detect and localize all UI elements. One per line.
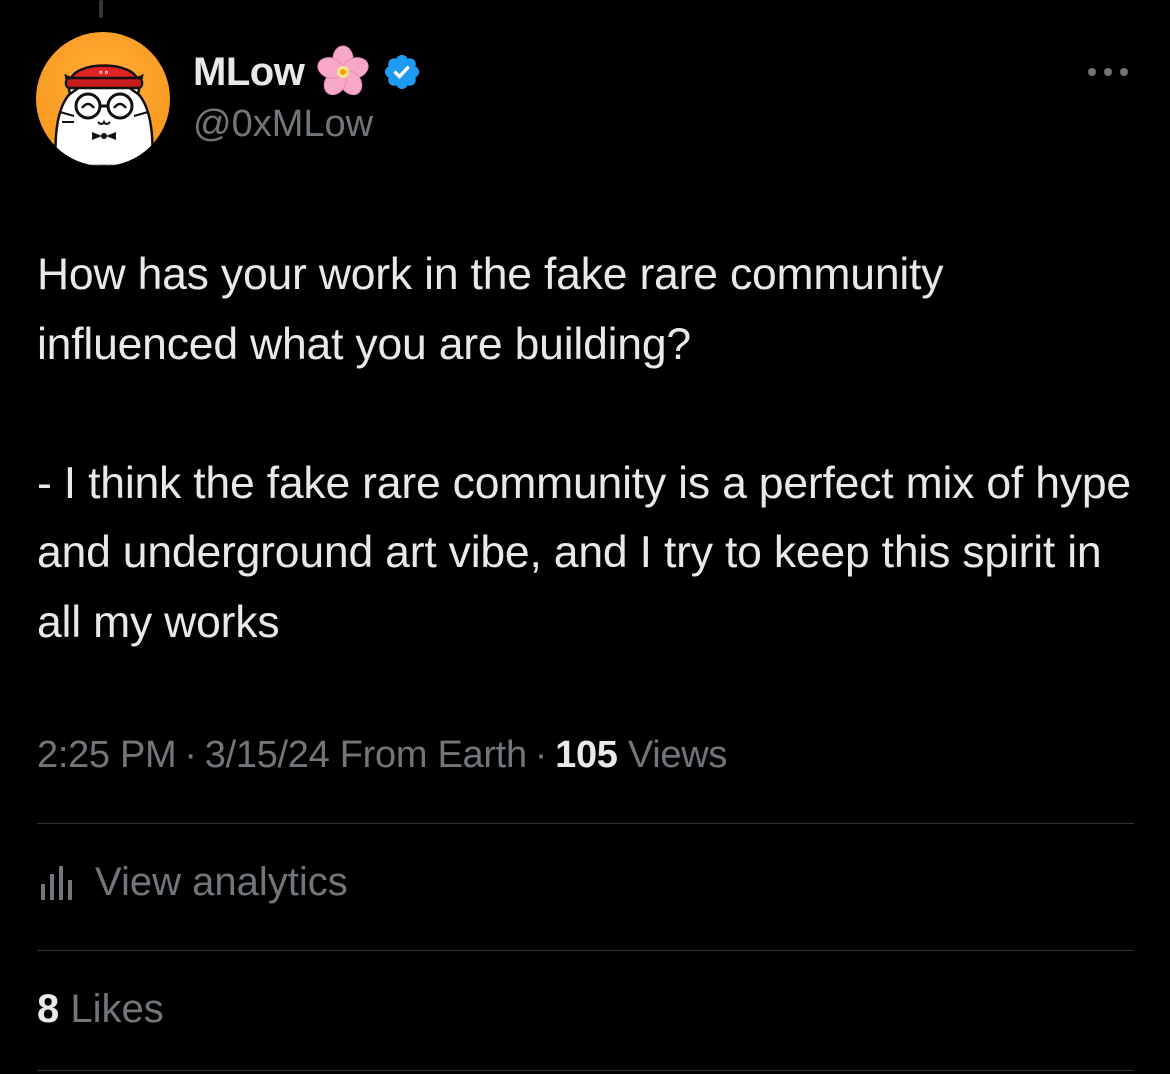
tweet-date[interactable]: 3/15/24 — [205, 734, 330, 776]
display-name-text: MLow — [193, 49, 305, 94]
divider — [37, 823, 1134, 824]
avatar[interactable]: ∘∘ — [36, 32, 170, 166]
divider — [37, 1070, 1134, 1071]
svg-text:∘∘: ∘∘ — [98, 68, 109, 78]
author-display-name[interactable]: MLow — [193, 45, 422, 96]
analytics-bars-icon — [41, 866, 72, 900]
view-analytics-label: View analytics — [95, 859, 348, 904]
tweet-meta: 2:25 PM · 3/15/24 From Earth · 105 Views — [37, 734, 727, 777]
tweet-paragraph: How has your work in the fake rare commu… — [37, 250, 944, 369]
tweet-time[interactable]: 2:25 PM — [37, 734, 177, 776]
divider — [37, 950, 1134, 951]
more-dots-icon — [1088, 68, 1128, 76]
avatar-cat-icon: ∘∘ — [36, 32, 170, 166]
view-analytics-button[interactable]: View analytics — [37, 856, 348, 908]
views-count: 105 — [555, 734, 618, 776]
thread-connector-line — [99, 0, 103, 18]
meta-separator: · — [184, 734, 197, 776]
tweet-source: From Earth — [339, 734, 527, 776]
tweet-paragraph: - I think the fake rare community is a p… — [37, 458, 1131, 647]
tweet-text: How has your work in the fake rare commu… — [37, 240, 1137, 657]
likes-label: Likes — [70, 987, 164, 1031]
cherry-blossom-icon — [316, 45, 370, 99]
views-label: Views — [627, 734, 728, 776]
more-options-button[interactable] — [1080, 54, 1136, 90]
likes-count-link[interactable]: 8 Likes — [37, 987, 164, 1032]
author-handle[interactable]: @0xMLow — [193, 103, 373, 146]
likes-count: 8 — [37, 987, 60, 1031]
verified-badge-icon[interactable] — [382, 52, 422, 92]
meta-separator: · — [534, 734, 548, 776]
